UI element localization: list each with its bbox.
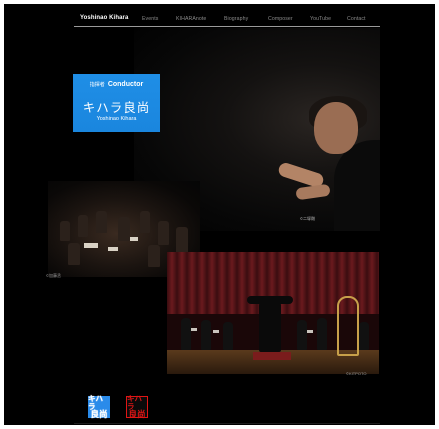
harp [337, 296, 359, 356]
logo-text-line2: 良尚 [90, 409, 108, 420]
orchestra-photo-2 [167, 252, 379, 374]
role-jp: 指揮者 [89, 82, 105, 88]
nav-kiharanote[interactable]: KIHARAnote [176, 16, 206, 22]
role-label: 指揮者 Conductor [73, 81, 160, 88]
nav-contact[interactable]: Contact [347, 16, 366, 22]
music-stand [84, 243, 98, 248]
music-stand [213, 330, 219, 333]
musician [60, 221, 70, 241]
footer-divider [74, 423, 380, 424]
conductor-hand [295, 183, 331, 201]
musician [96, 211, 107, 233]
photo1-credit: ©加藤丞 [46, 273, 61, 278]
nav-youtube[interactable]: YouTube [310, 16, 331, 22]
music-stand [108, 247, 118, 251]
musician [158, 221, 169, 245]
musician [201, 320, 211, 350]
kihara-logo-blue[interactable]: キハラ 良尚 [88, 394, 110, 420]
musician [297, 320, 307, 350]
musician [176, 227, 188, 253]
musician [181, 318, 191, 350]
musician [317, 318, 327, 350]
logo-text-line1: キハラ [88, 394, 103, 411]
conductor-figure [259, 298, 281, 352]
name-card: 指揮者 Conductor キハラ良尚 Yoshinao Kihara [73, 74, 160, 132]
conductor-face [314, 102, 358, 154]
musician [223, 322, 233, 350]
nav-divider [74, 26, 380, 27]
musician [68, 243, 80, 265]
hero-photo-credit: ©二塚剛 [300, 216, 315, 221]
name-english: Yoshinao Kihara [96, 116, 137, 122]
logo-text-line2: 良尚 [128, 409, 146, 420]
musician [359, 322, 369, 350]
nav-home[interactable]: Yoshinao Kihara [80, 15, 128, 21]
photo2-credit: ©KITPOTO [346, 371, 367, 376]
musician [118, 217, 130, 241]
conductor-podium [253, 352, 291, 360]
name-japanese: キハラ良尚 [82, 101, 151, 115]
nav-biography[interactable]: Biography [224, 16, 248, 22]
role-en: Conductor [107, 81, 144, 88]
nav-events[interactable]: Events [142, 16, 158, 22]
page-frame: Yoshinao Kihara Events KIHARAnote Biogra… [4, 4, 435, 425]
musician [140, 211, 150, 233]
musician [148, 245, 160, 267]
logo-text-line1: キハラ [127, 394, 142, 411]
kihara-logo-red[interactable]: キハラ 良尚 [126, 394, 148, 420]
music-stand [191, 328, 197, 331]
musician [78, 215, 88, 237]
nav-composer[interactable]: Composer [268, 16, 293, 22]
music-stand [130, 237, 138, 241]
music-stand [307, 330, 313, 333]
